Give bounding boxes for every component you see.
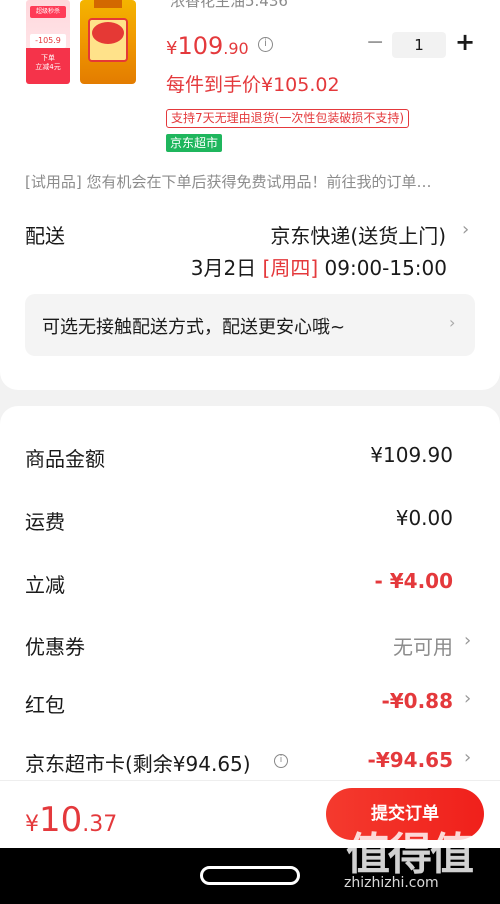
contactless-chevron-icon: › xyxy=(449,313,456,332)
coupon-chevron-icon[interactable]: › xyxy=(464,630,471,651)
delivery-time[interactable]: 3月2日 [周四] 09:00-15:00 xyxy=(191,252,447,281)
delivery-window: 09:00-15:00 xyxy=(324,256,448,280)
goods-amount-value: ¥109.90 xyxy=(370,443,453,467)
product-image[interactable] xyxy=(80,0,136,84)
product-title[interactable]: 浓香花生油5.436 xyxy=(170,0,288,11)
promo-text: 下单 立减4元 xyxy=(30,54,66,72)
coupon-label[interactable]: 优惠券 xyxy=(25,631,85,660)
return-policy-tag: 支持7天无理由退货(一次性包装破损不支持) xyxy=(166,109,409,128)
discount-label: 立减 xyxy=(25,573,65,597)
delivery-chevron-icon[interactable]: › xyxy=(462,219,469,240)
bottle-cap xyxy=(94,0,122,8)
trial-notice[interactable]: [试用品] 您有机会在下单后获得免费试用品！前往我的订单… xyxy=(25,171,480,192)
red-packet-chevron-icon[interactable]: › xyxy=(464,688,471,709)
jd-supermarket-tag: 京东超市 xyxy=(166,134,223,152)
supermarket-card-label[interactable]: 京东超市卡(剩余¥94.65) xyxy=(25,748,251,777)
total-price: ¥10.37 xyxy=(25,800,117,840)
watermark-url: zhizhizhi.com xyxy=(344,875,439,891)
total-integer: 10 xyxy=(39,800,83,840)
delivery-label: 配送 xyxy=(25,224,65,248)
product-price: ¥109.90 xyxy=(166,32,249,60)
promo-header: 超级秒杀 xyxy=(30,6,66,18)
quantity-decrease-button[interactable]: − xyxy=(366,30,384,55)
price-info-icon[interactable]: i xyxy=(258,37,273,52)
delivery-date: 3月2日 xyxy=(190,256,257,280)
shipping-fee-label: 运费 xyxy=(25,510,65,534)
total-decimal: .37 xyxy=(82,812,118,837)
coupon-value[interactable]: 无可用 xyxy=(393,631,453,660)
promo-line-1: 下单 xyxy=(41,54,55,62)
quantity-increase-button[interactable]: + xyxy=(455,28,475,56)
delivery-method[interactable]: 京东快递(送货上门) xyxy=(270,220,446,249)
price-currency: ¥ xyxy=(166,38,178,59)
promo-line-2: 立减4元 xyxy=(35,63,61,71)
home-gesture-pill[interactable] xyxy=(200,866,300,885)
supermarket-card-info-icon[interactable]: i xyxy=(274,754,288,768)
promo-price: -105.9 xyxy=(30,34,66,48)
delivery-day: [周四] xyxy=(262,256,319,280)
total-currency: ¥ xyxy=(25,812,39,837)
discount-value: - ¥4.00 xyxy=(374,569,453,593)
red-packet-label[interactable]: 红包 xyxy=(25,689,65,718)
bottle-logo-mark xyxy=(92,22,124,44)
contactless-delivery-text: 可选无接触配送方式，配送更安心哦~ xyxy=(42,317,346,338)
shipping-fee-value: ¥0.00 xyxy=(395,506,453,530)
watermark-logo: 值得值 xyxy=(346,829,474,880)
supermarket-card-value[interactable]: -¥94.65 xyxy=(368,748,453,772)
price-decimal: .90 xyxy=(223,39,249,58)
quantity-input[interactable]: 1 xyxy=(392,32,446,58)
supermarket-card-chevron-icon[interactable]: › xyxy=(464,747,471,768)
promo-thumbnail[interactable]: 超级秒杀 -105.9 下单 立减4元 xyxy=(26,0,70,84)
price-integer: 109 xyxy=(177,32,224,60)
goods-amount-label: 商品金额 xyxy=(25,447,105,471)
red-packet-value[interactable]: -¥0.88 xyxy=(381,689,453,713)
unit-price: 每件到手价¥105.02 xyxy=(166,74,340,96)
